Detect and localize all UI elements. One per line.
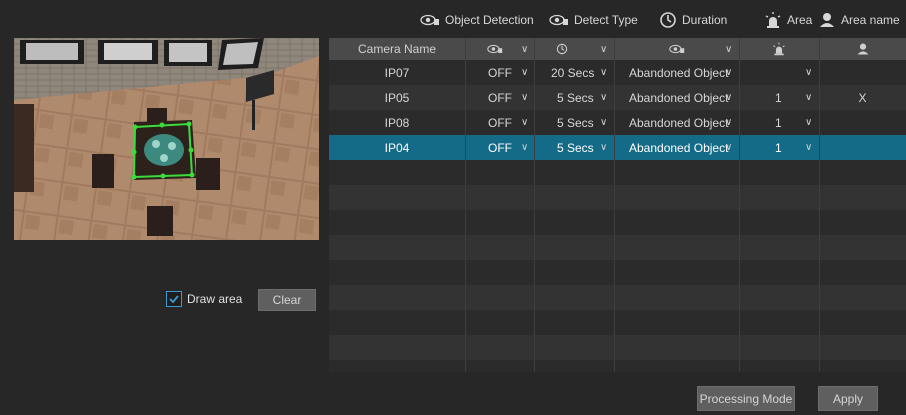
header-detect-type[interactable]: ∨ <box>614 38 739 60</box>
chevron-down-icon[interactable]: ∨ <box>725 67 732 78</box>
draw-area-label: Draw area <box>187 292 243 306</box>
eye-icon <box>487 44 503 54</box>
detection-table: Camera Name ∨ ∨ ∨ IP07 OFF ∨ 20 Secs ∨ A… <box>329 38 906 372</box>
detect-type-select[interactable]: Abandoned Object <box>629 135 733 160</box>
detect-type-select[interactable]: Abandoned Object <box>629 60 733 85</box>
camera-name-cell: IP04 <box>384 140 410 155</box>
chevron-down-icon[interactable]: ∨ <box>805 92 812 103</box>
header-area <box>739 38 819 60</box>
chevron-down-icon[interactable]: ∨ <box>725 117 732 128</box>
chevron-down-icon[interactable]: ∨ <box>521 92 528 103</box>
area-name-cell <box>819 60 906 85</box>
chevron-down-icon[interactable]: ∨ <box>805 117 812 128</box>
legend-area-name: Area name <box>818 6 900 34</box>
chevron-down-icon[interactable]: ∨ <box>600 142 607 153</box>
column-divider <box>819 38 820 372</box>
legend-duration: Duration <box>659 6 727 34</box>
area-name-cell <box>819 110 906 135</box>
header-object-detection[interactable]: ∨ <box>465 38 534 60</box>
clear-button[interactable]: Clear <box>258 289 316 311</box>
legend-area-name-label: Area name <box>841 13 900 27</box>
column-divider <box>465 38 466 372</box>
header-camera-name: Camera Name <box>357 42 437 56</box>
alarm-icon <box>765 12 781 28</box>
duration-select[interactable]: 20 Secs <box>551 60 607 85</box>
area-select[interactable]: 1 <box>775 110 795 135</box>
eye-icon <box>669 44 685 54</box>
area-select[interactable]: 1 <box>775 135 795 160</box>
legend-duration-label: Duration <box>682 13 728 27</box>
legend-bar: Object Detection Detect Type Duration Ar… <box>400 6 906 34</box>
detect-type-select[interactable]: Abandoned Object <box>629 85 733 110</box>
chevron-down-icon[interactable]: ∨ <box>725 142 732 153</box>
timer-icon <box>660 12 676 28</box>
detect-type-select[interactable]: Abandoned Object <box>629 110 733 135</box>
column-divider <box>739 38 740 372</box>
camera-preview[interactable] <box>14 38 319 240</box>
chevron-down-icon[interactable]: ∨ <box>805 142 812 153</box>
user-icon <box>857 43 868 55</box>
eye-icon <box>420 14 439 26</box>
chevron-down-icon[interactable]: ∨ <box>521 67 528 78</box>
chevron-down-icon[interactable]: ∨ <box>600 92 607 103</box>
camera-name-cell: IP05 <box>384 90 410 105</box>
legend-object-detection: Object Detection <box>420 6 534 34</box>
checkbox-box[interactable] <box>166 291 182 307</box>
chevron-down-icon[interactable]: ∨ <box>600 67 607 78</box>
camera-name-cell: IP07 <box>384 65 410 80</box>
legend-area-label: Area <box>787 13 813 27</box>
chevron-down-icon[interactable]: ∨ <box>521 142 528 153</box>
column-divider <box>614 38 615 372</box>
area-name-cell: X <box>858 90 867 105</box>
legend-object-detection-label: Object Detection <box>445 13 534 27</box>
area-select[interactable] <box>775 60 795 85</box>
camera-name-cell: IP08 <box>384 115 410 130</box>
column-divider <box>534 38 535 372</box>
processing-mode-button[interactable]: Processing Mode <box>697 386 795 411</box>
area-name-cell <box>819 135 906 160</box>
legend-detect-type-label: Detect Type <box>574 13 638 27</box>
user-icon <box>820 13 834 27</box>
timer-icon <box>556 43 568 55</box>
chevron-down-icon[interactable]: ∨ <box>521 117 528 128</box>
camera-preview-image <box>14 38 319 240</box>
area-select[interactable]: 1 <box>775 85 795 110</box>
checkmark-icon <box>169 295 179 304</box>
legend-area: Area <box>764 6 812 34</box>
chevron-down-icon[interactable]: ∨ <box>805 67 812 78</box>
chevron-down-icon[interactable]: ∨ <box>521 44 528 55</box>
header-area-name <box>819 38 906 60</box>
alarm-icon <box>773 42 785 56</box>
eye-icon <box>549 14 568 26</box>
header-duration[interactable]: ∨ <box>534 38 614 60</box>
chevron-down-icon[interactable]: ∨ <box>725 92 732 103</box>
apply-button[interactable]: Apply <box>818 386 878 411</box>
legend-detect-type: Detect Type <box>549 6 638 34</box>
chevron-down-icon[interactable]: ∨ <box>725 44 732 55</box>
chevron-down-icon[interactable]: ∨ <box>600 44 607 55</box>
chevron-down-icon[interactable]: ∨ <box>600 117 607 128</box>
draw-area-checkbox[interactable]: Draw area <box>166 291 242 307</box>
